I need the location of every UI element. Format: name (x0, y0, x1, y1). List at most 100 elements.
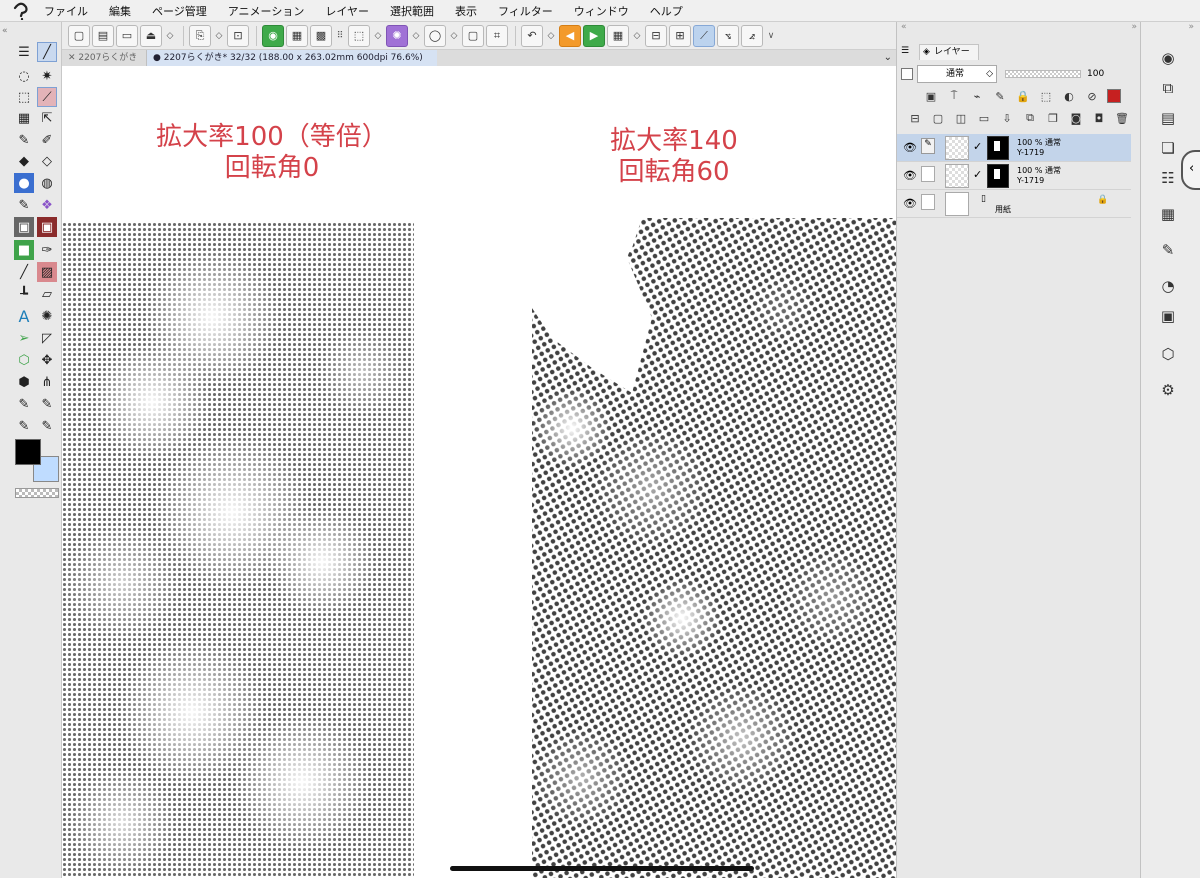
mask-add-icon[interactable]: ◙ (1068, 110, 1084, 126)
ruler-icon[interactable]: ⊟ (645, 24, 667, 47)
selection-icon[interactable]: ⬚ (348, 24, 370, 47)
new-raster-layer-icon[interactable]: ▢ (930, 110, 946, 126)
rect-select-icon[interactable]: ⬚ (14, 87, 34, 107)
main-color-swatch[interactable] (15, 439, 41, 465)
collapse-left-icon[interactable]: « (2, 26, 8, 36)
layers-stack-icon[interactable]: ❏ (1158, 138, 1178, 158)
undo-icon[interactable]: ↶ (521, 24, 543, 47)
lock-transparent-icon[interactable]: ▣ (923, 88, 939, 104)
brush6-icon[interactable]: ✎ (37, 416, 57, 436)
chevron-updown-icon[interactable]: ◇ (448, 25, 460, 47)
chevron-updown-icon[interactable]: ◇ (631, 25, 643, 47)
balloon-icon[interactable]: ➢ (14, 328, 34, 348)
document-tab[interactable]: ✕ 2207らくがき (62, 50, 147, 66)
sparkle-tool-icon[interactable]: ✷ (37, 66, 57, 86)
close-icon[interactable]: ✕ (68, 53, 78, 63)
eraser-icon[interactable]: ◆ (14, 151, 34, 171)
menu-animation[interactable]: アニメーション (228, 3, 305, 19)
color-icon[interactable]: ◐ (1061, 88, 1077, 104)
merge-icon[interactable]: ⧉ (1022, 110, 1038, 126)
properties-icon[interactable]: ☷ (1158, 168, 1178, 188)
burst-icon[interactable]: ✺ (386, 24, 408, 47)
menu-file[interactable]: ファイル (44, 3, 88, 19)
brush-icon[interactable]: ✎ (14, 195, 34, 215)
menu-help[interactable]: ヘルプ (650, 3, 683, 19)
brush5-icon[interactable]: ✎ (14, 416, 34, 436)
eye-icon[interactable]: 👁 (903, 169, 917, 182)
transfer-down-icon[interactable]: ⇩ (999, 110, 1015, 126)
chevron-down-icon[interactable]: ∨ (765, 25, 777, 47)
panel-menu-icon[interactable]: ☰ (901, 46, 909, 56)
grass-icon[interactable]: ⋔ (37, 372, 57, 392)
reference-icon[interactable]: ⌁ (969, 88, 985, 104)
menu-layer[interactable]: レイヤー (325, 3, 369, 19)
navigator-icon[interactable]: ◉ (1158, 48, 1178, 68)
ruler-icon[interactable]: ▱ (37, 284, 57, 304)
menu-filter[interactable]: フィルター (498, 3, 553, 19)
grid-view-icon[interactable]: ▦ (607, 24, 629, 47)
color-mix-icon[interactable]: ◔ (1158, 276, 1178, 296)
move-icon[interactable]: ✥ (37, 350, 57, 370)
fill-green-icon[interactable]: ■ (14, 240, 34, 260)
side-panel-handle[interactable]: ‹ (1181, 150, 1200, 190)
brush4-icon[interactable]: ✎ (37, 394, 57, 414)
gradient-icon[interactable]: ▣ (14, 217, 34, 237)
eye-icon[interactable]: 👁 (903, 141, 917, 154)
3d-settings-icon[interactable]: ⚙ (1158, 380, 1178, 400)
gradient2-icon[interactable]: ▣ (37, 217, 57, 237)
fit-icon[interactable]: ⊡ (227, 24, 249, 47)
edit-pen-icon[interactable]: ✎ (921, 138, 935, 154)
tone-view-icon[interactable]: ▩ (310, 24, 332, 47)
material-icon[interactable]: ▣ (1158, 306, 1178, 326)
eraser2-icon[interactable]: ◇ (37, 151, 57, 171)
layer-row[interactable]: 👁 ✓ 100 % 通常 Y-1719 (897, 162, 1131, 190)
layer-options-icon[interactable]: ⊟ (907, 110, 923, 126)
chevron-updown-icon[interactable]: ◇ (213, 25, 225, 47)
eye-icon[interactable]: 👁 (903, 197, 917, 210)
snap-grid-icon[interactable]: ⦨ (741, 24, 763, 47)
document-tab-active[interactable]: ● 2207らくがき* 32/32 (188.00 x 263.02mm 600… (147, 50, 437, 66)
mask-apply-icon[interactable]: ◘ (1091, 110, 1107, 126)
clip-icon[interactable]: ⍑ (946, 88, 962, 104)
transparent-color-swatch[interactable] (15, 488, 59, 498)
brush-size-icon[interactable]: ✎ (1158, 240, 1178, 260)
draft-icon[interactable]: ✎ (992, 88, 1008, 104)
layer-mask-thumbnail[interactable] (987, 164, 1009, 188)
chevron-updown-icon[interactable]: ◇ (164, 25, 176, 47)
chevron-down-icon[interactable]: ⌄ (884, 50, 892, 66)
menu-selection[interactable]: 選択範囲 (390, 3, 434, 19)
line-tool-icon[interactable]: ╱ (14, 262, 34, 282)
paper-layer-row[interactable]: 👁 ▯ 用紙 🔒 (897, 190, 1131, 218)
filmstrip-icon[interactable]: ▤ (1158, 108, 1178, 128)
delete-icon[interactable]: 🗑 (1114, 110, 1130, 126)
object-select-icon[interactable]: ⬡ (14, 350, 34, 370)
tone-check-icon[interactable]: ▦ (286, 24, 308, 47)
brush2-icon[interactable]: ┺ (14, 284, 34, 304)
menu-view[interactable]: 表示 (455, 3, 477, 19)
layer-color-swatch[interactable] (1107, 89, 1121, 103)
edit-box[interactable] (921, 166, 935, 182)
text-tool-icon[interactable]: A (14, 306, 34, 326)
duplicate-icon[interactable]: ❐ (1045, 110, 1061, 126)
layer-move-icon[interactable]: ⇱ (37, 108, 57, 128)
3d-object-icon[interactable]: ⬡ (1158, 344, 1178, 364)
new-folder-icon[interactable]: ▭ (976, 110, 992, 126)
menu-edit[interactable]: 編集 (109, 3, 131, 19)
chevron-updown-icon[interactable]: ◇ (372, 25, 384, 47)
circle-icon[interactable]: ◯ (424, 24, 446, 47)
eraser-select-icon[interactable]: ⟋ (37, 87, 57, 107)
drawing-canvas[interactable]: 拡大率100（等倍） 回転角0 拡大率140 回転角60 (62, 66, 896, 878)
opacity-slider[interactable] (1005, 70, 1081, 78)
edit-box[interactable] (921, 194, 935, 210)
arrow-right-icon[interactable]: ▶ (583, 24, 605, 47)
new-vector-layer-icon[interactable]: ◫ (953, 110, 969, 126)
shape-tool-icon[interactable]: ▨ (37, 262, 57, 282)
dots-icon[interactable]: ⠿ (334, 25, 346, 47)
effect-line-icon[interactable]: ✺ (37, 306, 57, 326)
pencil-icon[interactable]: ✐ (37, 130, 57, 150)
square-icon[interactable]: ▢ (462, 24, 484, 47)
tone-icon[interactable]: ◉ (262, 24, 284, 47)
pattern-icon[interactable]: ❖ (37, 195, 57, 215)
layer-tab[interactable]: ◈ レイヤー (919, 44, 979, 60)
3d-tool-icon[interactable]: ⬢ (14, 372, 34, 392)
